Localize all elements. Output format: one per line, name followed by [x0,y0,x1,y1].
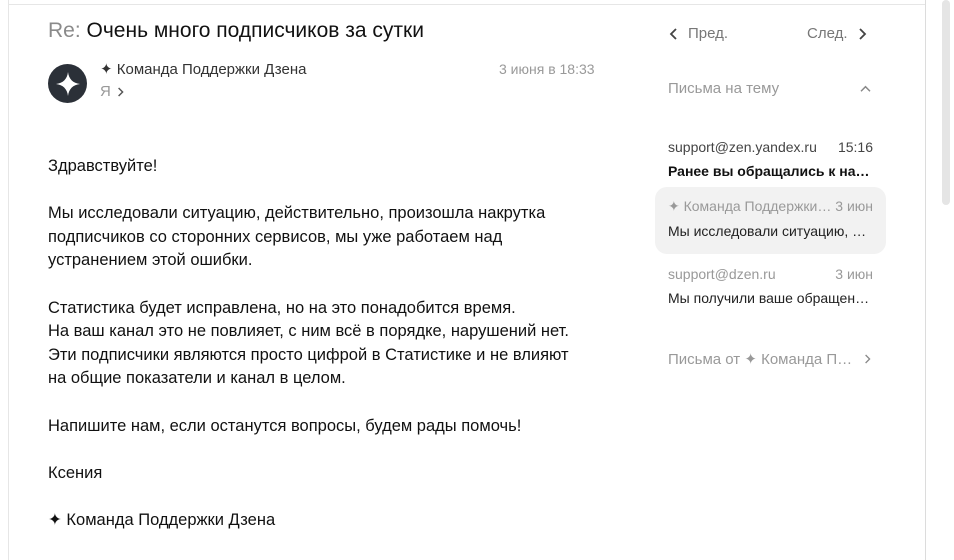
thread-item-preview: Мы исследовали ситуацию, действительно..… [668,223,873,239]
thread-item-preview: Ранее вы обращались к нам... [668,163,873,179]
thread-item-header: ✦ Команда Поддержки Дзена3 июн [668,198,873,215]
thread-item-header: support@zen.yandex.ru 15:16 [668,139,873,155]
scrollbar-thumb[interactable] [942,0,950,205]
thread-item-header: support@dzen.ru 3 июн [668,266,873,282]
body-paragraph: Мы исследовали ситуацию, действительно, … [48,204,546,270]
thread-header[interactable]: Письма на тему [668,80,872,97]
body-paragraph: Статистика будет исправлена, но на это п… [48,298,569,388]
message-body: Здравствуйте! Мы исследовали ситуацию, де… [48,155,628,556]
chevron-up-icon[interactable] [859,84,872,93]
message-subject: Re: Очень много подписчиков за сутки [48,18,424,44]
thread-item-from: ✦ Команда Поддержки Дзена [668,198,833,214]
letters-from-sender-link[interactable]: Письма от ✦ Команда Поддержки Дзена [668,350,872,368]
thread-title: Письма на тему [668,80,780,97]
chevron-left-icon [669,27,677,40]
sender-name[interactable]: ✦ Команда Поддержки Дзена [100,60,306,78]
body-paragraph: ✦ Команда Поддержки Дзена [48,510,276,529]
body-paragraph: Ксения [48,463,103,482]
chevron-right-icon [865,354,871,364]
letters-from-label: Письма от ✦ Команда Поддержки Дзена [668,351,853,368]
thread-item-date: 15:16 [837,139,873,155]
message-date: 3 июня в 18:33 [499,61,595,77]
thread-item[interactable]: ✦ Команда Поддержки Дзена3 июн Мы исследо… [655,187,886,254]
recipient-name: Я [100,83,111,100]
thread-item-from: support@dzen.ru [668,266,776,282]
body-paragraph: Здравствуйте! [48,157,158,175]
subject-prefix: Re: [48,19,81,42]
chevron-right-icon [858,27,866,40]
thread-item-preview: Мы получили ваше обращение... [668,290,873,306]
sender-avatar[interactable] [48,64,87,103]
body-paragraph: Напишите нам, если останутся вопросы, бу… [48,416,522,435]
chevron-right-icon [117,86,124,97]
next-label: След. [807,25,848,42]
thread-item-date: 3 июн [835,266,873,282]
prev-label: Пред. [688,25,729,42]
prev-message-button[interactable]: Пред. [668,25,728,42]
thread-item-from: support@zen.yandex.ru [668,139,817,155]
sparkle-icon [55,71,80,96]
thread-item[interactable]: support@zen.yandex.ru 15:16 Ранее вы обращ… [655,128,886,195]
next-message-button[interactable]: След. [807,25,868,42]
frame-top-border [8,4,925,5]
subject-text: Очень много подписчиков за сутки [86,19,424,42]
thread-item[interactable]: support@dzen.ru 3 июн Мы получили ваше обр… [655,255,886,322]
frame-left-border [8,0,9,560]
thread-item-date: 3 июн [835,198,873,214]
recipient-row[interactable]: Я [100,83,125,100]
frame-right-border [925,0,926,560]
